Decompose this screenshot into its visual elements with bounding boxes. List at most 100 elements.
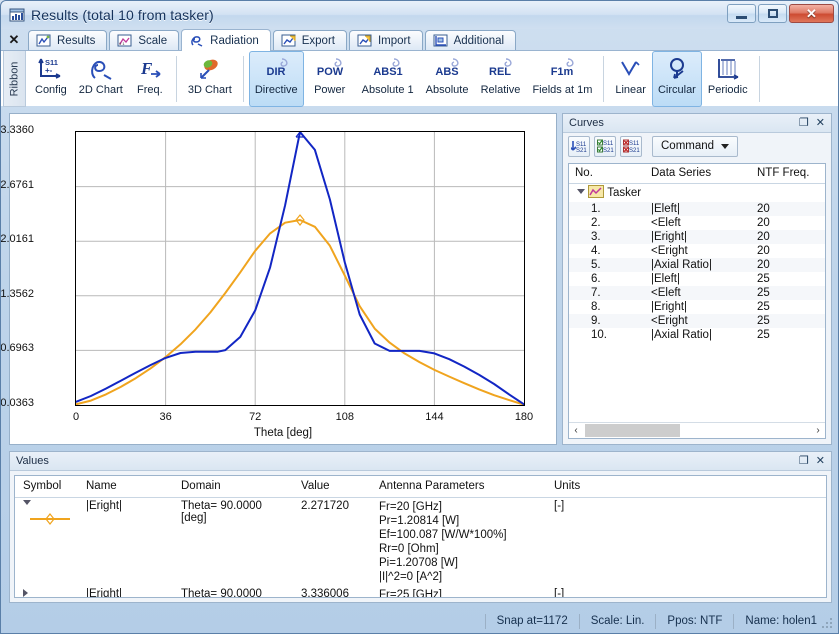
- delete-curve-icon[interactable]: S11 S21: [620, 136, 642, 157]
- tab-export[interactable]: Export: [273, 30, 347, 51]
- values-grid[interactable]: SymbolNameDomainValueAntenna ParametersU…: [14, 475, 827, 598]
- ribbon-button-power[interactable]: POWPower: [304, 51, 356, 107]
- window-title: Results (total 10 from tasker): [31, 7, 214, 23]
- table-row[interactable]: |Eright|Theta= 90.0000 [deg]2.271720Fr=2…: [15, 498, 826, 587]
- values-column-header[interactable]: Units: [546, 476, 826, 498]
- expander-icon[interactable]: [23, 589, 28, 597]
- table-row[interactable]: 5.|Axial Ratio|20: [569, 258, 825, 272]
- curves-toolbar: S11 S21 S11 S21: [563, 133, 831, 159]
- curves-restore-button[interactable]: ❐: [799, 118, 809, 129]
- values-panel-header: Values ❐ ✕: [10, 452, 831, 471]
- tab-additional[interactable]: Additional: [425, 30, 517, 51]
- values-column-header[interactable]: Domain: [173, 476, 293, 498]
- curves-column-header[interactable]: Data Series: [645, 164, 751, 184]
- ribbon-button-2d-chart[interactable]: 2D Chart: [73, 51, 129, 107]
- ribbon-button-fields-at-1m[interactable]: F1mFields at 1m: [526, 51, 598, 107]
- ribbon-button-toolbars[interactable]: Toolbars: [835, 51, 839, 107]
- resize-grip[interactable]: [822, 618, 834, 630]
- tab-radiation[interactable]: Radiation: [181, 29, 271, 51]
- ribbon-button-label: Freq.: [137, 84, 163, 97]
- ribbon-button-periodic[interactable]: Periodic: [702, 51, 754, 107]
- ribbon-button-circular[interactable]: Circular: [652, 51, 702, 107]
- values-name: |Eright|: [78, 498, 173, 587]
- add-curve-icon[interactable]: S11 S21: [568, 136, 590, 157]
- expander-icon[interactable]: [23, 500, 31, 509]
- enable-curve-icon[interactable]: S11 S21: [594, 136, 616, 157]
- ribbon-button-linear[interactable]: Linear: [609, 51, 652, 107]
- ribbon-button-config[interactable]: S11+-Config: [29, 51, 73, 107]
- ribbon-button-freq-[interactable]: FFreq.: [129, 51, 171, 107]
- values-restore-button[interactable]: ❐: [799, 456, 809, 467]
- table-row[interactable]: 4.<Eright20: [569, 244, 825, 258]
- tab-label: Import: [378, 35, 411, 47]
- ribbon-button-absolute-1[interactable]: ABS1Absolute 1: [356, 51, 420, 107]
- values-column-header[interactable]: Symbol: [15, 476, 78, 498]
- table-row[interactable]: 6.|Eleft|25: [569, 272, 825, 286]
- ribbon-button-label: Directive: [255, 84, 298, 97]
- table-row[interactable]: 9.<Eright25: [569, 314, 825, 328]
- scrollbar-thumb[interactable]: [585, 424, 680, 437]
- expander-icon[interactable]: [577, 189, 585, 198]
- ribbon-spine[interactable]: Ribbon: [3, 51, 26, 107]
- status-item: Name: holen1: [742, 615, 820, 627]
- table-row[interactable]: 7.<Eleft25: [569, 286, 825, 300]
- antenna-parameter-line: Pr=1.20814 [W]: [379, 514, 542, 528]
- ribbon-tabs: Results0 1Scale Radiation Export Import Addi…: [28, 30, 518, 51]
- table-row[interactable]: 1.|Eleft|20: [569, 202, 825, 216]
- x-tick-label: 144: [414, 411, 454, 423]
- svg-text:F1m: F1m: [551, 66, 574, 78]
- curve-number: 8.: [569, 300, 645, 314]
- curve-number: 5.: [569, 258, 645, 272]
- curves-column-header[interactable]: No.: [569, 164, 645, 184]
- svg-text:S21: S21: [576, 148, 587, 154]
- plot-area[interactable]: [75, 131, 525, 406]
- ribbon-button-directive[interactable]: DIRDirective: [249, 51, 304, 107]
- curve-ntf-freq: 20: [751, 216, 825, 230]
- svg-text:ABS1: ABS1: [373, 66, 402, 78]
- ribbon-button-absolute[interactable]: ABSAbsolute: [420, 51, 475, 107]
- minimize-button[interactable]: [727, 4, 756, 23]
- curves-column-header[interactable]: NTF Freq.: [751, 164, 825, 184]
- ribbon-button-3d-chart[interactable]: 3D Chart: [182, 51, 238, 107]
- svg-text:S21: S21: [629, 148, 640, 154]
- maximize-button[interactable]: [758, 4, 787, 23]
- linear-icon: [616, 54, 646, 84]
- curves-panel: Curves ❐ ✕ S11 S21 S11: [562, 113, 832, 445]
- values-column-header[interactable]: Antenna Parameters: [371, 476, 546, 498]
- 3d-chart-icon: [195, 54, 225, 84]
- curves-horizontal-scrollbar[interactable]: ‹ ›: [569, 422, 825, 438]
- tab-import[interactable]: Import: [349, 30, 423, 51]
- table-row[interactable]: |Eright|Theta= 90.0000 [deg]3.336006Fr=2…: [15, 586, 826, 598]
- chart-pane[interactable]: 0.03630.69631.35622.01612.67613.3360 036…: [9, 113, 557, 445]
- values-column-header[interactable]: Name: [78, 476, 173, 498]
- scroll-right-icon[interactable]: ›: [811, 425, 825, 436]
- table-row[interactable]: 10.|Axial Ratio|25: [569, 328, 825, 342]
- curves-group-row[interactable]: Tasker: [569, 184, 825, 203]
- values-close-button[interactable]: ✕: [816, 456, 825, 467]
- ribbon-button-relative[interactable]: RELRelative: [474, 51, 526, 107]
- table-row[interactable]: 8.|Eright|25: [569, 300, 825, 314]
- tab-label: Radiation: [210, 35, 259, 47]
- tab-results[interactable]: Results: [28, 30, 107, 51]
- close-button[interactable]: ✕: [789, 4, 834, 23]
- curve-ntf-freq: 25: [751, 300, 825, 314]
- tab-scale[interactable]: 0 1Scale: [109, 30, 179, 51]
- s11-config-icon: S11+-: [36, 54, 66, 84]
- curve-ntf-freq: 25: [751, 272, 825, 286]
- ribbon-separator: [759, 56, 760, 102]
- scroll-left-icon[interactable]: ‹: [569, 425, 583, 436]
- curve-number: 6.: [569, 272, 645, 286]
- curve-data-series: <Eleft: [645, 216, 751, 230]
- curves-close-button[interactable]: ✕: [816, 118, 825, 129]
- curve-data-series: <Eleft: [645, 286, 751, 300]
- command-dropdown-button[interactable]: Command: [652, 136, 738, 157]
- status-separator: [655, 614, 656, 629]
- values-antenna-parameters: Fr=25 [GHz]: [371, 586, 546, 598]
- table-row[interactable]: 2.<Eleft20: [569, 216, 825, 230]
- absolute1-icon: ABS1: [368, 54, 408, 84]
- curves-grid[interactable]: No.Data SeriesNTF Freq. Tasker1.|Eleft|2…: [568, 163, 826, 439]
- close-ribbon-button[interactable]: ✕: [3, 29, 25, 51]
- table-row[interactable]: 3.|Eright|20: [569, 230, 825, 244]
- values-column-header[interactable]: Value: [293, 476, 371, 498]
- curve-data-series: |Axial Ratio|: [645, 258, 751, 272]
